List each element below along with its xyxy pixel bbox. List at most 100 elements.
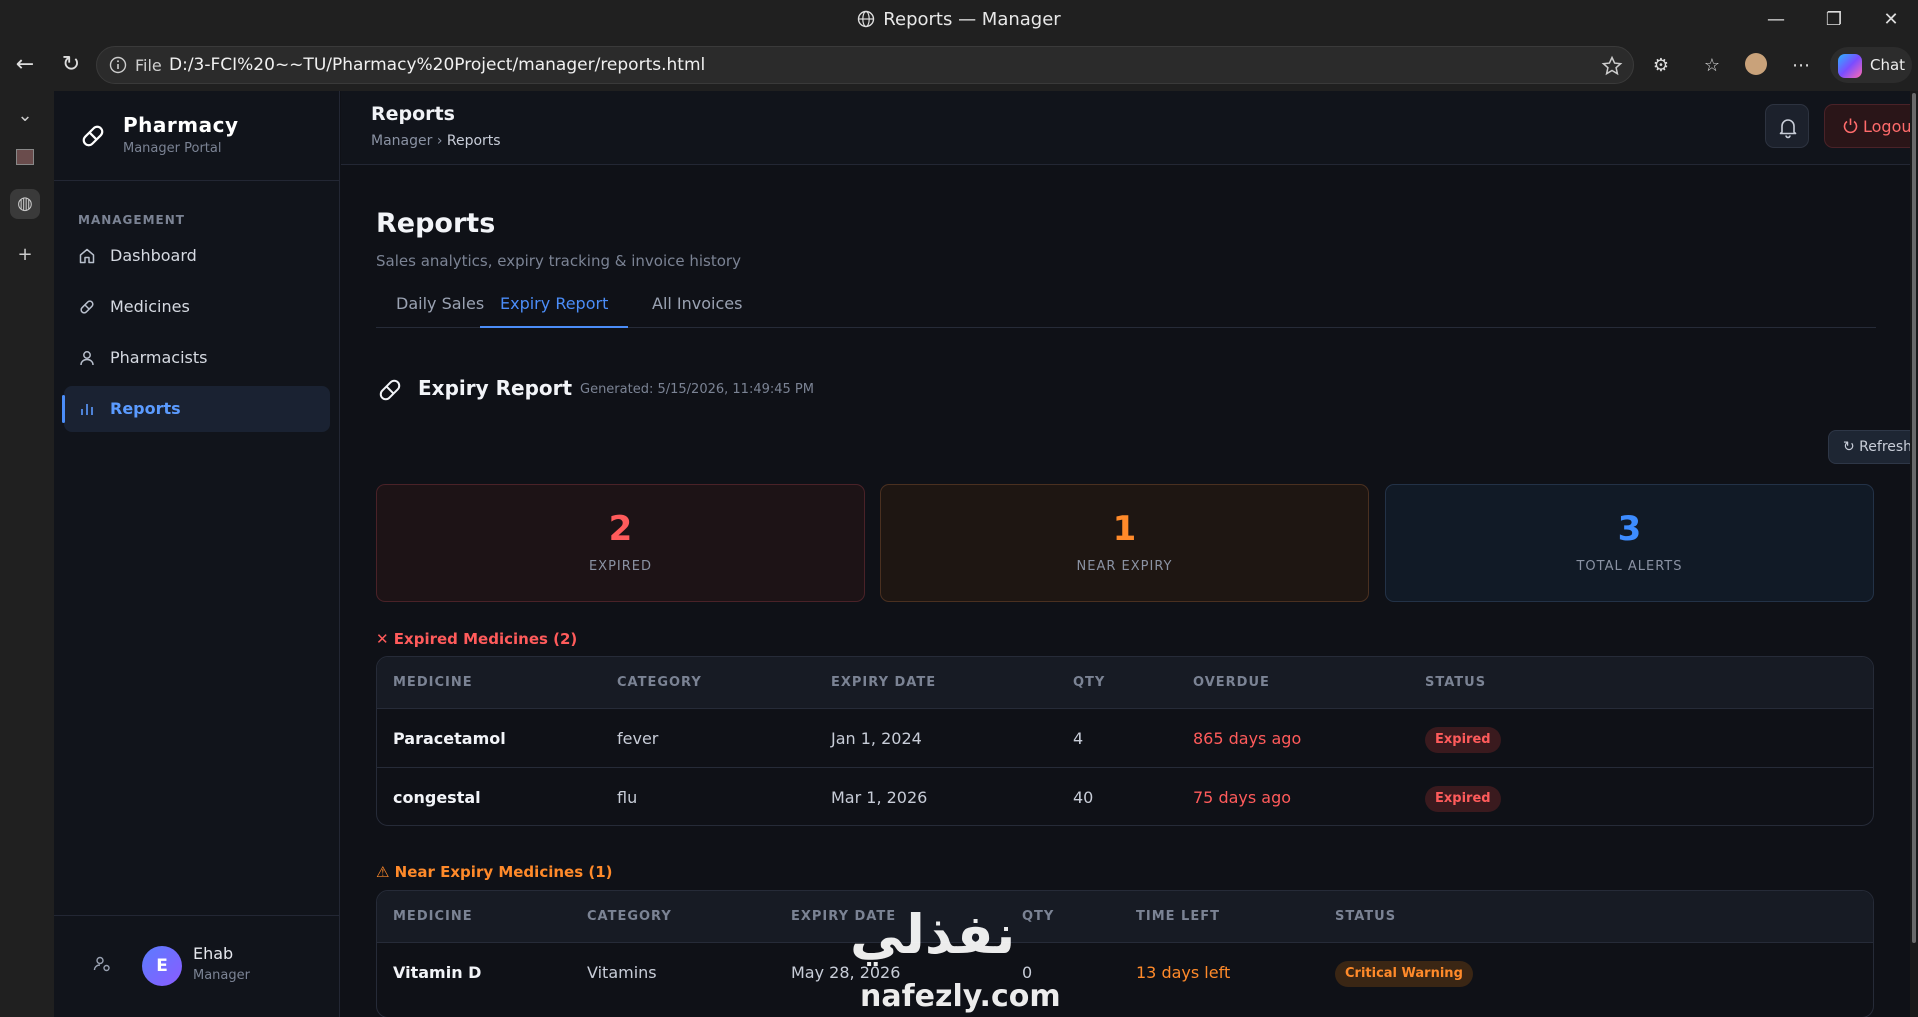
column-header: TIME LEFT [1136, 909, 1220, 924]
stat-near-expiry-value: 1 [1112, 509, 1137, 549]
scrollbar-thumb[interactable] [1912, 93, 1916, 943]
stat-expired: 2 EXPIRED [376, 484, 865, 602]
power-icon [1843, 118, 1858, 134]
stat-expired-label: EXPIRED [588, 559, 653, 574]
extensions-icon[interactable]: ⚙ [1648, 53, 1674, 79]
cell-category: fever [617, 729, 659, 748]
table-header: MEDICINE CATEGORY EXPIRY DATE QTY TIME L… [377, 891, 1873, 943]
table-row: Vitamin D Vitamins May 28, 2026 0 13 day… [377, 944, 1873, 1002]
column-header: STATUS [1335, 909, 1397, 924]
watermark: نفذلي nafezly.com [850, 905, 1070, 1017]
app-viewport: Pharmacy Manager Portal MANAGEMENT Dashb… [54, 91, 1910, 1017]
report-tabs: Daily Sales Expiry Report All Invoices [376, 286, 1876, 328]
expired-table: MEDICINE CATEGORY EXPIRY DATE QTY OVERDU… [376, 656, 1874, 826]
breadcrumb-current: Reports [446, 133, 501, 149]
cell-category: Vitamins [587, 963, 657, 982]
near-expiry-table: MEDICINE CATEGORY EXPIRY DATE QTY TIME L… [376, 890, 1874, 1017]
address-bar[interactable]: File D:/3-FCI%20~~TU/Pharmacy%20Project/… [96, 46, 1634, 84]
near-expiry-section-title: ⚠ Near Expiry Medicines (1) [376, 863, 613, 881]
breadcrumb-root[interactable]: Manager [371, 133, 432, 149]
stat-total-alerts-value: 3 [1617, 509, 1642, 549]
sidebar-item-pharmacists[interactable]: Pharmacists [64, 335, 330, 381]
cell-medicine: congestal [393, 788, 481, 807]
tab-daily-sales[interactable]: Daily Sales [396, 294, 484, 328]
cell-expiry-date: Mar 1, 2026 [831, 788, 928, 807]
favorite-star-icon[interactable] [1601, 55, 1623, 77]
table-row: Paracetamol fever Jan 1, 2024 4 865 days… [377, 710, 1873, 768]
status-badge: Expired [1425, 727, 1501, 753]
bell-icon [1779, 119, 1797, 139]
home-icon [79, 248, 95, 264]
address-url[interactable]: D:/3-FCI%20~~TU/Pharmacy%20Project/manag… [169, 55, 705, 75]
info-icon [109, 56, 127, 74]
profile-avatar-icon[interactable] [1743, 53, 1769, 79]
table-header: MEDICINE CATEGORY EXPIRY DATE QTY OVERDU… [377, 657, 1873, 709]
refresh-button[interactable]: ↻ Refresh [1828, 430, 1910, 464]
column-header: CATEGORY [587, 909, 672, 924]
cell-qty: 4 [1073, 729, 1084, 748]
generated-timestamp: Generated: 5/15/2026, 11:49:45 PM [580, 382, 814, 397]
avatar: E [142, 946, 182, 986]
cell-medicine: Paracetamol [393, 729, 506, 748]
header-title: Reports [371, 103, 455, 125]
page-scrollbar[interactable] [1910, 91, 1918, 1017]
chevron-down-icon[interactable]: ⌄ [10, 101, 40, 131]
top-header: Reports Manager › Reports Logout [341, 91, 1910, 165]
stat-expired-value: 2 [608, 509, 633, 549]
copilot-chat-button[interactable]: Chat [1830, 47, 1912, 83]
back-icon[interactable]: ← [10, 50, 40, 80]
stat-near-expiry: 1 NEAR EXPIRY [880, 484, 1369, 602]
expired-section-title: ✕ Expired Medicines (2) [376, 630, 578, 648]
user-profile: E Ehab Manager [54, 915, 340, 1017]
pill-icon [379, 379, 401, 401]
notifications-button[interactable] [1765, 104, 1809, 148]
status-badge: Expired [1425, 786, 1501, 812]
restore-icon[interactable]: ❐ [1820, 6, 1848, 34]
switch-user-icon[interactable] [92, 954, 112, 974]
favorites-icon[interactable]: ☆ [1699, 53, 1725, 79]
nav-section-label: MANAGEMENT [78, 213, 185, 227]
sidebar-item-dashboard[interactable]: Dashboard [64, 233, 330, 279]
globe-icon [858, 10, 875, 28]
reload-icon[interactable]: ↻ [56, 50, 86, 80]
watermark-arabic: نفذلي [850, 903, 1016, 966]
column-header: STATUS [1425, 675, 1487, 690]
report-title: Expiry Report [418, 376, 573, 400]
browser-toolbar: ← ↻ File D:/3-FCI%20~~TU/Pharmacy%20Proj… [0, 40, 1918, 90]
copilot-icon [1838, 54, 1862, 78]
sidebar-item-reports[interactable]: Reports [62, 386, 330, 432]
cell-medicine: Vitamin D [393, 963, 482, 982]
main-content: Reports Sales analytics, expiry tracking… [341, 166, 1910, 1017]
brand-name: Pharmacy [123, 113, 239, 137]
more-menu-icon[interactable]: ⋯ [1788, 53, 1814, 79]
window-titlebar: Reports — Manager — ❐ ✕ [0, 0, 1918, 40]
stat-total-alerts: 3 TOTAL ALERTS [1385, 484, 1874, 602]
sidebar-item-medicines[interactable]: Medicines [64, 284, 330, 330]
pill-logo-icon [82, 125, 104, 147]
tab-favicon-icon[interactable] [10, 145, 40, 175]
table-row: congestal flu Mar 1, 2026 40 75 days ago… [377, 769, 1873, 825]
column-header: OVERDUE [1193, 675, 1270, 690]
watermark-latin: nafezly.com [860, 979, 1061, 1014]
close-icon[interactable]: ✕ [1877, 6, 1905, 34]
stat-total-alerts-label: TOTAL ALERTS [1576, 559, 1683, 574]
breadcrumb-separator: › [436, 133, 443, 149]
new-tab-icon[interactable]: + [10, 240, 40, 270]
minimize-icon[interactable]: — [1762, 6, 1790, 34]
user-name: Ehab [193, 944, 234, 963]
tab-all-invoices[interactable]: All Invoices [652, 294, 742, 328]
column-header: MEDICINE [393, 909, 473, 924]
user-role: Manager [193, 968, 250, 983]
logout-button[interactable]: Logout [1824, 104, 1910, 148]
column-header: CATEGORY [617, 675, 702, 690]
user-icon [80, 351, 94, 366]
cell-overdue: 865 days ago [1193, 729, 1302, 748]
tab-expiry-report[interactable]: Expiry Report [480, 294, 629, 328]
brand: Pharmacy Manager Portal [54, 91, 340, 181]
bar-chart-icon [81, 404, 93, 415]
stat-near-expiry-label: NEAR EXPIRY [1076, 559, 1173, 574]
tab-globe-icon[interactable]: ◍ [10, 189, 40, 219]
column-header: QTY [1073, 675, 1106, 690]
status-badge: Critical Warning [1335, 961, 1473, 987]
column-header: EXPIRY DATE [831, 675, 937, 690]
